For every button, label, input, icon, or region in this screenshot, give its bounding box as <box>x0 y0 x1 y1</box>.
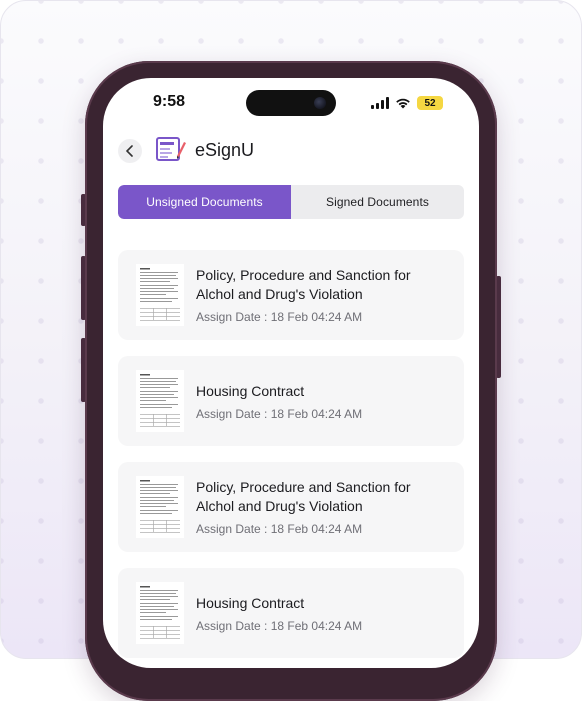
document-thumbnail <box>136 582 184 644</box>
status-time: 9:58 <box>153 93 186 110</box>
phone-screen: 9:58 52 eSignU Unsigned Documents Signed… <box>103 78 479 668</box>
document-thumbnail <box>136 264 184 326</box>
document-title: Policy, Procedure and Sanction for Alcho… <box>196 267 411 302</box>
document-card[interactable]: Housing Contract Assign Date : 18 Feb 04… <box>118 356 464 446</box>
wifi-icon <box>396 98 410 109</box>
document-card[interactable]: Policy, Procedure and Sanction for Alcho… <box>118 462 464 552</box>
cellular-signal-icon <box>371 97 389 109</box>
status-indicators: 52 <box>371 94 443 112</box>
document-title: Housing Contract <box>196 383 305 399</box>
dynamic-island <box>246 90 336 116</box>
document-thumbnail <box>136 370 184 432</box>
document-assign-date: Assign Date : 18 Feb 04:24 AM <box>196 619 363 633</box>
app-title: eSignU <box>195 140 255 160</box>
document-assign-date: Assign Date : 18 Feb 04:24 AM <box>196 310 363 324</box>
document-card[interactable]: Policy, Procedure and Sanction for Alcho… <box>118 250 464 340</box>
document-card[interactable]: Housing Contract Assign Date : 18 Feb 04… <box>118 568 464 658</box>
document-title: Policy, Procedure and Sanction for Alcho… <box>196 479 411 514</box>
camera-icon <box>314 97 326 109</box>
back-button[interactable] <box>118 139 142 163</box>
tab-unsigned-documents[interactable]: Unsigned Documents <box>118 185 291 219</box>
document-assign-date: Assign Date : 18 Feb 04:24 AM <box>196 522 363 536</box>
document-title: Housing Contract <box>196 595 305 611</box>
document-tabs: Unsigned Documents Signed Documents <box>118 185 464 219</box>
battery-indicator: 52 <box>417 96 443 110</box>
chevron-left-icon <box>126 145 133 157</box>
tab-signed-documents[interactable]: Signed Documents <box>291 185 464 219</box>
document-thumbnail <box>136 476 184 538</box>
app-logo-icon <box>156 137 186 161</box>
document-assign-date: Assign Date : 18 Feb 04:24 AM <box>196 407 363 421</box>
